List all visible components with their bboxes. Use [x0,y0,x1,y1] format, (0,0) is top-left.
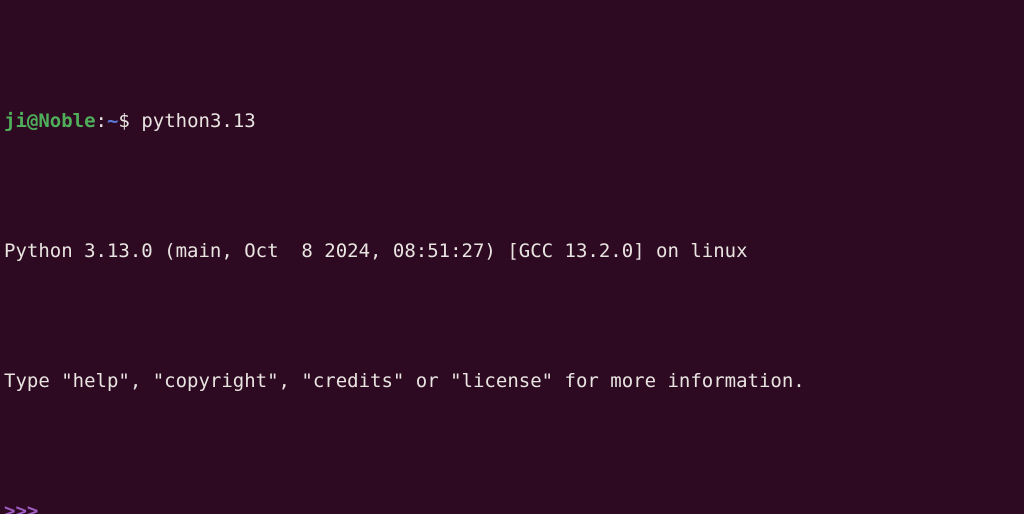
prompt-path: ~ [106,110,119,132]
terminal-line-empty-prompt-1: >>> [4,498,1024,514]
python-banner-2-text: Type "help", "copyright", "credits" or "… [4,370,805,392]
terminal-line-python-banner-2: Type "help", "copyright", "credits" or "… [4,368,1024,394]
terminal-window[interactable]: ji@Noble:~$ python3.13 Python 3.13.0 (ma… [0,0,1024,514]
python-prompt-1: >>> [4,500,50,514]
prompt-colon: : [95,110,107,132]
python-banner-1-text: Python 3.13.0 (main, Oct 8 2024, 08:51:2… [4,240,748,262]
terminal-line-shell-command: ji@Noble:~$ python3.13 [4,108,1024,134]
prompt-dollar: $ [118,110,142,132]
prompt-user-host: ji@Noble [4,110,96,132]
shell-command-text: python3.13 [141,110,256,132]
terminal-line-python-banner-1: Python 3.13.0 (main, Oct 8 2024, 08:51:2… [4,238,1024,264]
